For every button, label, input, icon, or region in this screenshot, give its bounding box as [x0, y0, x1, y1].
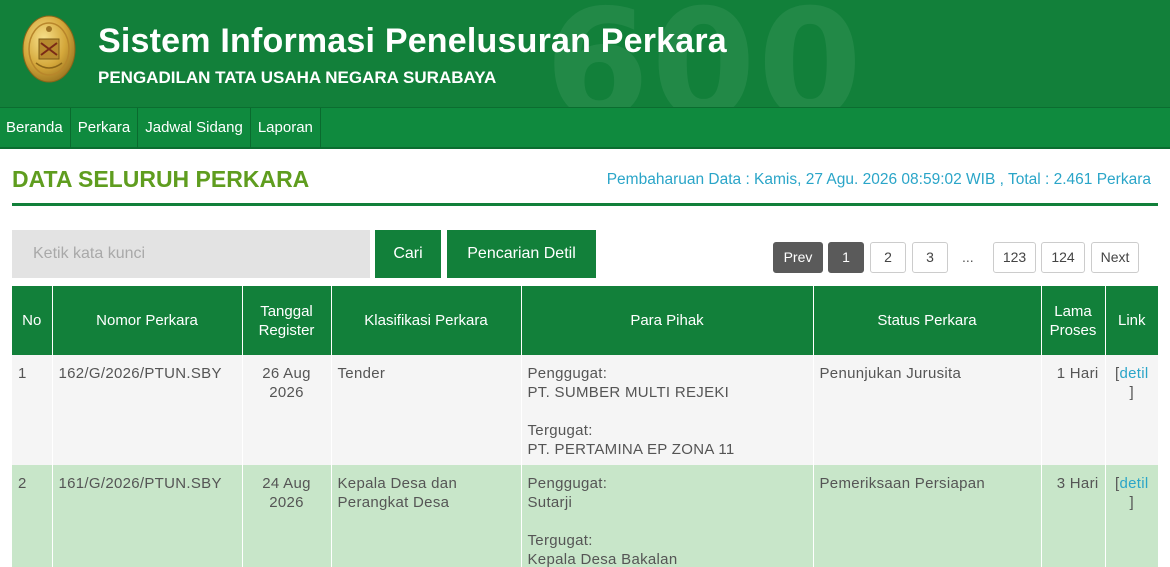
cell-link: [detil] [1105, 355, 1158, 465]
cell-link: [detil] [1105, 465, 1158, 567]
pagination-page-123[interactable]: 123 [993, 242, 1036, 273]
pagination-page-2[interactable]: 2 [870, 242, 906, 273]
penggugat-name: Sutarji [527, 494, 573, 511]
main-nav: Beranda Perkara Jadwal Sidang Laporan [0, 107, 1170, 149]
cell-lama-proses: 3 Hari [1041, 465, 1106, 567]
search-button[interactable]: Cari [375, 230, 441, 278]
cell-no: 1 [12, 355, 53, 465]
perkara-table: No Nomor Perkara Tanggal Register Klasif… [12, 286, 1158, 567]
perkara-table-wrapper: No Nomor Perkara Tanggal Register Klasif… [12, 286, 1158, 567]
pagination-next[interactable]: Next [1091, 242, 1139, 273]
advanced-search-button[interactable]: Pencarian Detil [447, 230, 596, 278]
tergugat-label: Tergugat: [527, 532, 593, 549]
table-row: 1 162/G/2026/PTUN.SBY 26 Aug 2026 Tender… [12, 355, 1158, 465]
title-divider [12, 203, 1158, 206]
cell-para-pihak: Penggugat: Sutarji Tergugat: Kepala Desa… [521, 465, 814, 567]
cell-nomor-perkara: 161/G/2026/PTUN.SBY [52, 465, 243, 567]
column-header-tanggal-register[interactable]: Tanggal Register [242, 286, 332, 355]
detil-link[interactable]: detil [1119, 365, 1148, 382]
tergugat-name: Kepala Desa Bakalan [527, 551, 678, 567]
pagination-prev[interactable]: Prev [773, 242, 823, 273]
column-header-para-pihak[interactable]: Para Pihak [521, 286, 814, 355]
nav-item-jadwal-sidang[interactable]: Jadwal Sidang [138, 108, 251, 148]
search-input[interactable] [12, 230, 370, 278]
pagination-ellipsis: ... [962, 249, 974, 265]
update-info: Pembaharuan Data : Kamis, 27 Agu. 2026 0… [606, 171, 1151, 188]
penggugat-label: Penggugat: [527, 365, 608, 382]
pagination-page-3[interactable]: 3 [912, 242, 948, 273]
column-header-no: No [12, 286, 53, 355]
cell-tanggal-register: 24 Aug 2026 [242, 465, 332, 567]
cell-nomor-perkara: 162/G/2026/PTUN.SBY [52, 355, 243, 465]
site-subtitle: PENGADILAN TATA USAHA NEGARA SURABAYA [98, 68, 497, 87]
page-title: DATA SELURUH PERKARA [12, 166, 310, 192]
cell-klasifikasi: Kepala Desa dan Perangkat Desa [331, 465, 522, 567]
detil-link[interactable]: detil [1119, 475, 1148, 492]
nav-item-laporan[interactable]: Laporan [251, 108, 321, 148]
cell-status: Penunjukan Jurusita [813, 355, 1042, 465]
cell-status: Pemeriksaan Persiapan [813, 465, 1042, 567]
penggugat-name: PT. SUMBER MULTI REJEKI [527, 384, 730, 401]
tergugat-label: Tergugat: [527, 422, 593, 439]
column-header-status[interactable]: Status Perkara [813, 286, 1042, 355]
court-emblem-icon [22, 15, 76, 83]
cell-klasifikasi: Tender [331, 355, 522, 465]
link-bracket-close: ] [1129, 384, 1134, 401]
cell-no: 2 [12, 465, 53, 567]
table-header-row: No Nomor Perkara Tanggal Register Klasif… [12, 286, 1158, 355]
nav-item-perkara[interactable]: Perkara [71, 108, 139, 148]
cell-tanggal-register: 26 Aug 2026 [242, 355, 332, 465]
site-header: 600 Sistem Informasi Penelusuran Perkara… [0, 0, 1170, 107]
column-header-link: Link [1105, 286, 1158, 355]
column-header-lama-proses[interactable]: Lama Proses [1041, 286, 1106, 355]
tergugat-name: PT. PERTAMINA EP ZONA 11 [527, 441, 735, 458]
link-bracket-close: ] [1129, 494, 1134, 511]
penggugat-label: Penggugat: [527, 475, 608, 492]
pagination-page-1[interactable]: 1 [828, 242, 864, 273]
nav-item-beranda[interactable]: Beranda [0, 108, 71, 148]
cell-lama-proses: 1 Hari [1041, 355, 1106, 465]
table-row: 2 161/G/2026/PTUN.SBY 24 Aug 2026 Kepala… [12, 465, 1158, 567]
column-header-nomor-perkara[interactable]: Nomor Perkara [52, 286, 243, 355]
pagination-page-124[interactable]: 124 [1041, 242, 1085, 273]
site-title: Sistem Informasi Penelusuran Perkara [98, 22, 727, 60]
cell-para-pihak: Penggugat: PT. SUMBER MULTI REJEKI Tergu… [521, 355, 814, 465]
column-header-klasifikasi[interactable]: Klasifikasi Perkara [331, 286, 522, 355]
